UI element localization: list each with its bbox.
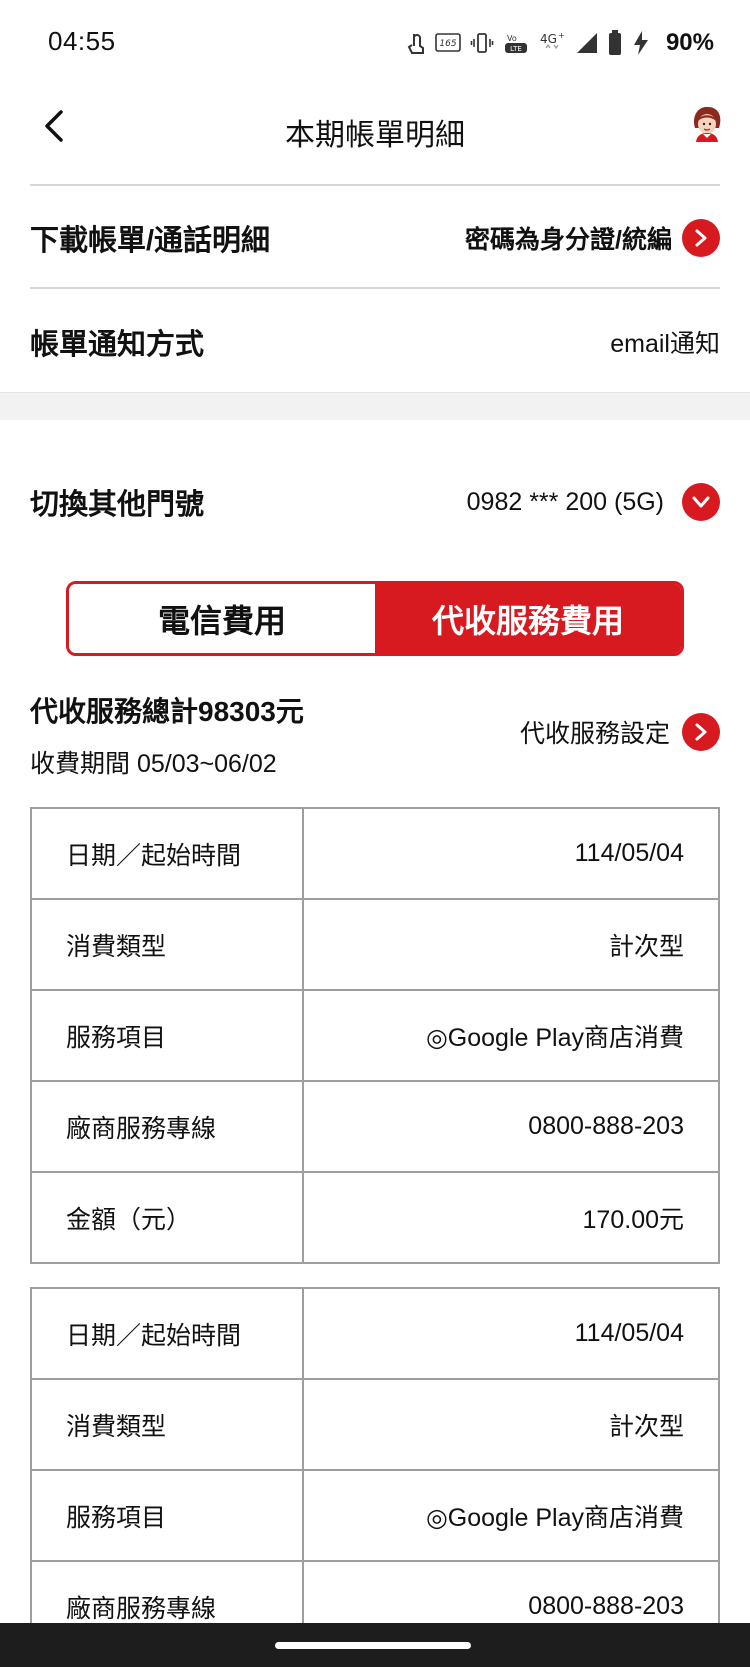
table-row: 消費類型 計次型 [30,1378,720,1471]
record-date-value: 114/05/04 [302,807,720,900]
chevron-down-icon [692,496,710,508]
collection-setting-link[interactable]: 代收服務設定 [520,713,720,751]
record-item-label: 服務項目 [30,1469,304,1562]
vibrate-icon [470,31,494,55]
svg-text:+: + [558,31,565,40]
system-nav-bar [0,1623,750,1667]
record-date-value: 114/05/04 [302,1287,720,1380]
tab-telecom-fee[interactable]: 電信費用 [69,584,375,653]
svg-text:LTE: LTE [510,45,522,53]
bill-notify-row: 帳單通知方式 email通知 [30,292,720,392]
svg-text:4G: 4G [540,32,557,46]
record-hotline-value[interactable]: 0800-888-203 [302,1080,720,1173]
battery-icon [608,30,622,56]
divider [30,287,720,289]
record-table: 日期／起始時間 114/05/04 消費類型 計次型 服務項目 ◎Google … [30,1287,720,1653]
signal-icon [575,31,599,55]
download-bill-label: 下載帳單/通話明細 [30,225,271,257]
record-type-value: 計次型 [302,898,720,991]
chevron-right-icon [695,229,707,247]
home-gesture-handle[interactable] [275,1642,471,1649]
record-type-label: 消費類型 [30,1378,304,1471]
app-header: 本期帳單明細 [0,84,750,184]
record-item-value: ◎Google Play商店消費 [302,1469,720,1562]
4g-plus-icon: 4G + [538,30,566,56]
collection-total: 代收服務總計98303元 [30,696,304,727]
bill-notify-label: 帳單通知方式 [30,329,205,361]
svg-text:Vo: Vo [507,34,517,43]
table-row: 日期／起始時間 114/05/04 [30,807,720,900]
avatar[interactable] [688,104,726,142]
battery-percent: 90% [665,29,714,56]
switch-number-dropdown[interactable] [682,483,720,521]
record-item-label: 服務項目 [30,989,304,1082]
status-time: 04:55 [48,26,116,56]
refresh-rate-165hz-icon: 165 [435,31,461,55]
table-row: 服務項目 ◎Google Play商店消費 [30,989,720,1082]
download-arrow-button[interactable] [682,219,720,257]
download-password-hint: 密碼為身分證/統編 [465,226,672,254]
record-type-value: 計次型 [302,1378,720,1471]
chevron-right-icon [695,723,707,741]
collection-setting-label: 代收服務設定 [519,720,670,748]
page-title: 本期帳單明細 [285,119,465,152]
download-bill-row[interactable]: 下載帳單/通話明細 密碼為身分證/統編 [30,188,720,288]
status-bar: 04:55 165 Vo LTE 4G + 90% [0,0,750,84]
current-number: 0982 *** 200 (5G) [466,487,664,516]
switch-number-row[interactable]: 切換其他門號 0982 *** 200 (5G) [30,452,720,552]
record-date-label: 日期／起始時間 [30,1287,304,1380]
record-type-label: 消費類型 [30,898,304,991]
table-row: 廠商服務專線 0800-888-203 [30,1080,720,1173]
table-row: 金額（元） 170.00元 [30,1171,720,1264]
touch-icon [406,30,426,56]
charging-icon [631,30,651,56]
record-amount-label: 金額（元） [30,1171,304,1264]
record-date-label: 日期／起始時間 [30,807,304,900]
collection-setting-arrow[interactable] [682,713,720,751]
record-amount-value: 170.00元 [302,1171,720,1264]
status-icons: 165 Vo LTE 4G + 90% [406,26,714,60]
record-item-value: ◎Google Play商店消費 [302,989,720,1082]
record-table: 日期／起始時間 114/05/04 消費類型 計次型 服務項目 ◎Google … [30,807,720,1264]
table-row: 服務項目 ◎Google Play商店消費 [30,1469,720,1562]
record-hotline-label: 廠商服務專線 [30,1080,304,1173]
svg-text:165: 165 [439,39,456,49]
billing-period: 收費期間 05/03~06/02 [30,750,277,778]
fee-type-tabs: 電信費用 代收服務費用 [66,581,684,656]
table-row: 消費類型 計次型 [30,898,720,991]
volte-icon: Vo LTE [503,31,529,55]
bill-notify-value: email通知 [610,330,720,358]
section-separator [0,392,750,420]
switch-number-label: 切換其他門號 [30,489,205,521]
divider [30,184,720,186]
table-row: 日期／起始時間 114/05/04 [30,1287,720,1380]
tab-collection-service-fee[interactable]: 代收服務費用 [375,584,681,653]
